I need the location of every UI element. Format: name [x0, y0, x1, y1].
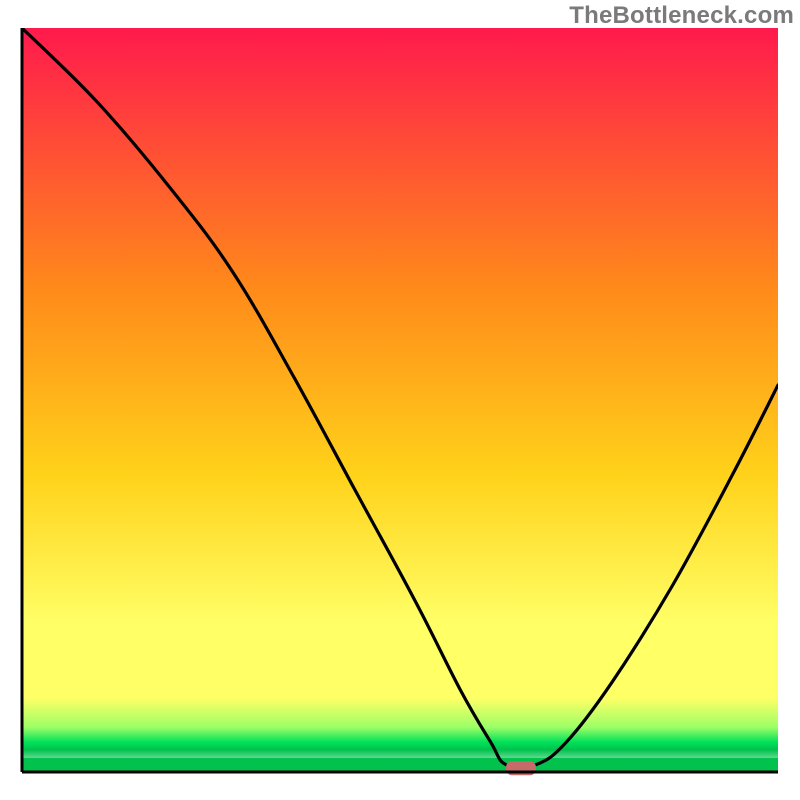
optimal-band: [22, 758, 778, 772]
bottleneck-plot: [0, 0, 800, 800]
plot-background: [22, 28, 778, 772]
chart-stage: TheBottleneck.com: [0, 0, 800, 800]
watermark-text: TheBottleneck.com: [569, 2, 794, 30]
